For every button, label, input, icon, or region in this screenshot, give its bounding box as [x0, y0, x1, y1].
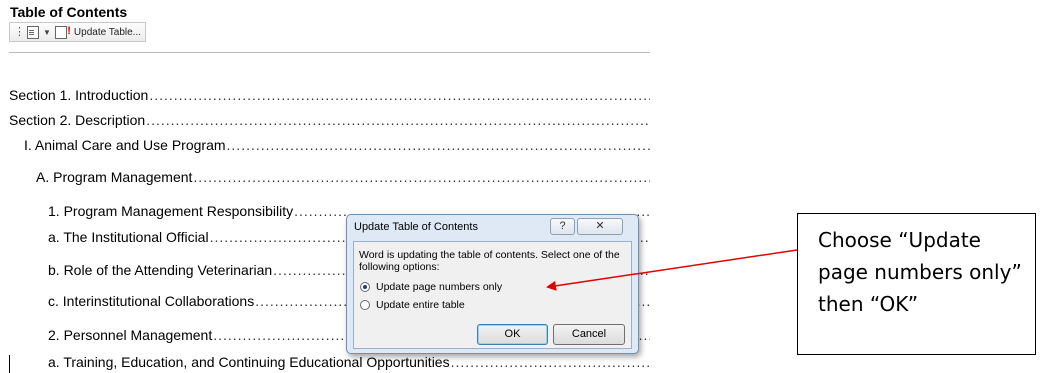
callout-arrow-icon: [546, 249, 798, 291]
